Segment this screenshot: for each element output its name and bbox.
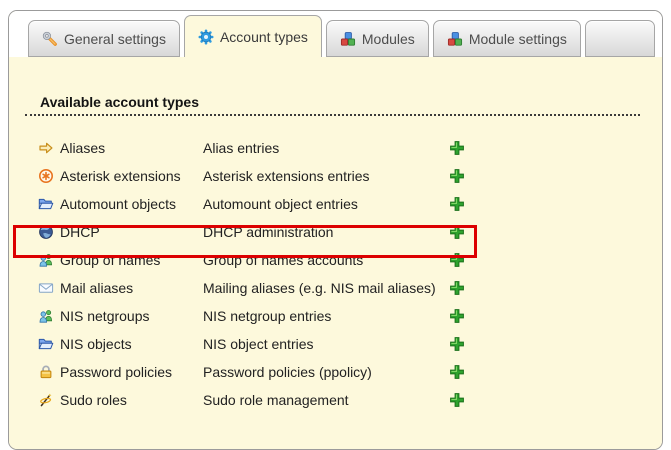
plus-icon: [449, 280, 465, 296]
tab-general-settings[interactable]: General settings: [28, 20, 180, 57]
account-type-description: Sudo role management: [203, 392, 449, 408]
plus-icon: [449, 308, 465, 324]
add-nis-objects-button[interactable]: [449, 336, 465, 352]
account-type-row-automount-objects: Automount objects Automount object entri…: [38, 190, 662, 218]
account-type-row-asterisk-extensions: Asterisk extensions Asterisk extensions …: [38, 162, 662, 190]
account-type-description: Mailing aliases (e.g. NIS mail aliases): [203, 280, 449, 296]
panel-heading: Available account types: [25, 94, 640, 116]
account-type-label: Sudo roles: [60, 392, 203, 408]
account-type-label: Asterisk extensions: [60, 168, 203, 184]
account-type-description: DHCP administration: [203, 224, 449, 240]
wrench-icon: [42, 31, 58, 47]
plus-icon: [449, 224, 465, 240]
account-type-description: NIS netgroup entries: [203, 308, 449, 324]
add-dhcp-button[interactable]: [449, 224, 465, 240]
account-type-row-mail-aliases: Mail aliases Mailing aliases (e.g. NIS m…: [38, 274, 662, 302]
add-mail-aliases-button[interactable]: [449, 280, 465, 296]
account-type-row-group-of-names: Group of names Group of names accounts: [38, 246, 662, 274]
tab-modules[interactable]: Modules: [326, 20, 429, 57]
tab-label: Modules: [362, 31, 415, 47]
add-password-policies-button[interactable]: [449, 364, 465, 380]
tab-bar-filler: [585, 20, 655, 57]
add-sudo-roles-button[interactable]: [449, 392, 465, 408]
account-type-label: Password policies: [60, 364, 203, 380]
account-type-label: DHCP: [60, 224, 203, 240]
wand-icon: [38, 392, 54, 408]
add-group-of-names-button[interactable]: [449, 252, 465, 268]
plus-icon: [449, 252, 465, 268]
tab-bar: General settings Account types: [9, 11, 662, 57]
add-nis-netgroups-button[interactable]: [449, 308, 465, 324]
plus-icon: [449, 364, 465, 380]
account-type-label: NIS objects: [60, 336, 203, 352]
folder-open-icon: [38, 196, 54, 212]
add-asterisk-extensions-button[interactable]: [449, 168, 465, 184]
account-type-description: Password policies (ppolicy): [203, 364, 449, 380]
settings-window: General settings Account types: [8, 10, 663, 450]
add-automount-objects-button[interactable]: [449, 196, 465, 212]
modules-cubes-icon: [447, 31, 463, 47]
users-icon: [38, 308, 54, 324]
tab-label: Module settings: [469, 31, 567, 47]
account-type-row-aliases: Aliases Alias entries: [38, 134, 662, 162]
account-type-label: Mail aliases: [60, 280, 203, 296]
account-type-label: NIS netgroups: [60, 308, 203, 324]
plus-icon: [449, 168, 465, 184]
account-type-list: Aliases Alias entries: [38, 134, 662, 414]
folder-open-icon: [38, 336, 54, 352]
plus-icon: [449, 336, 465, 352]
tab-label: Account types: [220, 29, 308, 45]
modules-cubes-icon: [340, 31, 356, 47]
users-icon: [38, 252, 54, 268]
asterisk-icon: [38, 168, 54, 184]
account-type-description: Alias entries: [203, 140, 449, 156]
mail-envelope-icon: [38, 280, 54, 296]
add-aliases-button[interactable]: [449, 140, 465, 156]
arrow-right-icon: [38, 140, 54, 156]
account-type-label: Group of names: [60, 252, 203, 268]
account-types-panel: Available account types Aliases Alias en…: [9, 94, 662, 450]
account-type-row-dhcp: DHCP DHCP administration: [38, 218, 662, 246]
globe-icon: [38, 224, 54, 240]
account-type-label: Aliases: [60, 140, 203, 156]
tab-label: General settings: [64, 31, 166, 47]
tab-module-settings[interactable]: Module settings: [433, 20, 581, 57]
plus-icon: [449, 196, 465, 212]
tab-account-types[interactable]: Account types: [184, 15, 322, 57]
account-type-label: Automount objects: [60, 196, 203, 212]
account-type-description: Automount object entries: [203, 196, 449, 212]
plus-icon: [449, 392, 465, 408]
account-type-description: Group of names accounts: [203, 252, 449, 268]
account-type-description: Asterisk extensions entries: [203, 168, 449, 184]
account-type-row-password-policies: Password policies Password policies (ppo…: [38, 358, 662, 386]
account-type-row-nis-netgroups: NIS netgroups NIS netgroup entries: [38, 302, 662, 330]
account-type-row-nis-objects: NIS objects NIS object entries: [38, 330, 662, 358]
gear-icon: [198, 29, 214, 45]
account-type-description: NIS object entries: [203, 336, 449, 352]
account-type-row-sudo-roles: Sudo roles Sudo role management: [38, 386, 662, 414]
lock-icon: [38, 364, 54, 380]
plus-icon: [449, 140, 465, 156]
